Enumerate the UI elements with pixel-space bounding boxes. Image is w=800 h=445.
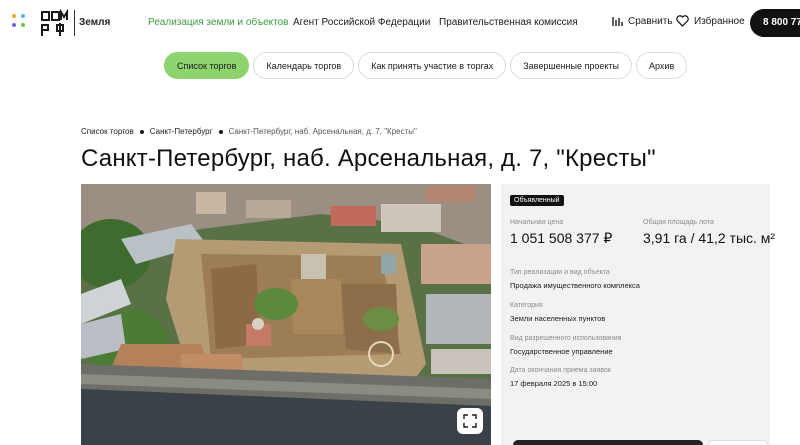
detail-value: Продажа имущественного комплекса [510,281,640,290]
detail-value: 17 февраля 2025 в 15:00 [510,379,598,388]
tab-archive[interactable]: Архив [636,52,688,79]
compare-button[interactable]: Сравнить [611,15,673,27]
detail-label: Вид разрешенного использования [510,335,622,342]
breadcrumb-separator [139,129,144,134]
favorites-button[interactable]: Избранное [676,15,745,27]
breadcrumb-current: Санкт-Петербург, наб. Арсенальная, д. 7,… [228,127,417,136]
logo-dots-icon [12,14,26,32]
tab-auction-list[interactable]: Список торгов [164,52,250,79]
tab-completed-projects[interactable]: Завершенные проекты [510,52,633,79]
price-label: Начальная цена [510,219,564,226]
compare-label: Сравнить [628,15,673,27]
detail-label: Тип реализации и вид объекта [510,269,610,276]
nav-land-realization[interactable]: Реализация земли и объектов [148,17,289,28]
detail-label: Категория [510,302,543,309]
dom-rf-logo[interactable] [40,9,70,37]
phone-button[interactable]: 8 800 770 [750,9,800,37]
breadcrumb: Список торгов Санкт-Петербург Санкт-Пете… [81,127,417,136]
breadcrumb-spb[interactable]: Санкт-Петербург [150,127,213,136]
lot-info-panel: Объявленный Начальная цена 1 051 508 377… [501,184,775,445]
detail-label: Дата окончания приема заявок [510,367,611,374]
apply-button[interactable] [513,440,703,445]
status-badge: Объявленный [510,195,564,206]
aerial-photo-illustration [81,184,491,445]
breadcrumb-auction-list[interactable]: Список торгов [81,127,134,136]
detail-value: Государственное управление [510,347,613,356]
compare-icon [612,17,623,26]
auction-tabs: Список торгов Календарь торгов Как приня… [164,52,688,79]
fullscreen-button[interactable] [457,408,483,434]
detail-value: Земли населенных пунктов [510,314,606,323]
nav-government-commission[interactable]: Правительственная комиссия [439,17,578,28]
tab-how-to-participate[interactable]: Как принять участие в торгах [358,52,507,79]
tab-auction-calendar[interactable]: Календарь торгов [253,52,355,79]
site-header: Земля Реализация земли и объектов Агент … [0,0,800,46]
nav-federation-agent[interactable]: Агент Российской Федерации [293,17,430,28]
favorites-label: Избранное [694,15,745,27]
heart-icon [676,15,689,27]
area-label: Общая площадь лота [643,219,714,226]
area-value: 3,91 га / 41,2 тыс. м² [643,230,776,246]
page-title: Санкт-Петербург, наб. Арсенальная, д. 7,… [81,145,656,172]
price-value: 1 051 508 377 ₽ [510,230,613,246]
breadcrumb-separator [218,129,223,134]
fullscreen-icon [463,414,477,428]
secondary-action-button[interactable] [708,440,768,445]
lot-photo[interactable] [81,184,491,445]
logo-divider [74,10,75,36]
logo-label: Земля [79,17,111,28]
